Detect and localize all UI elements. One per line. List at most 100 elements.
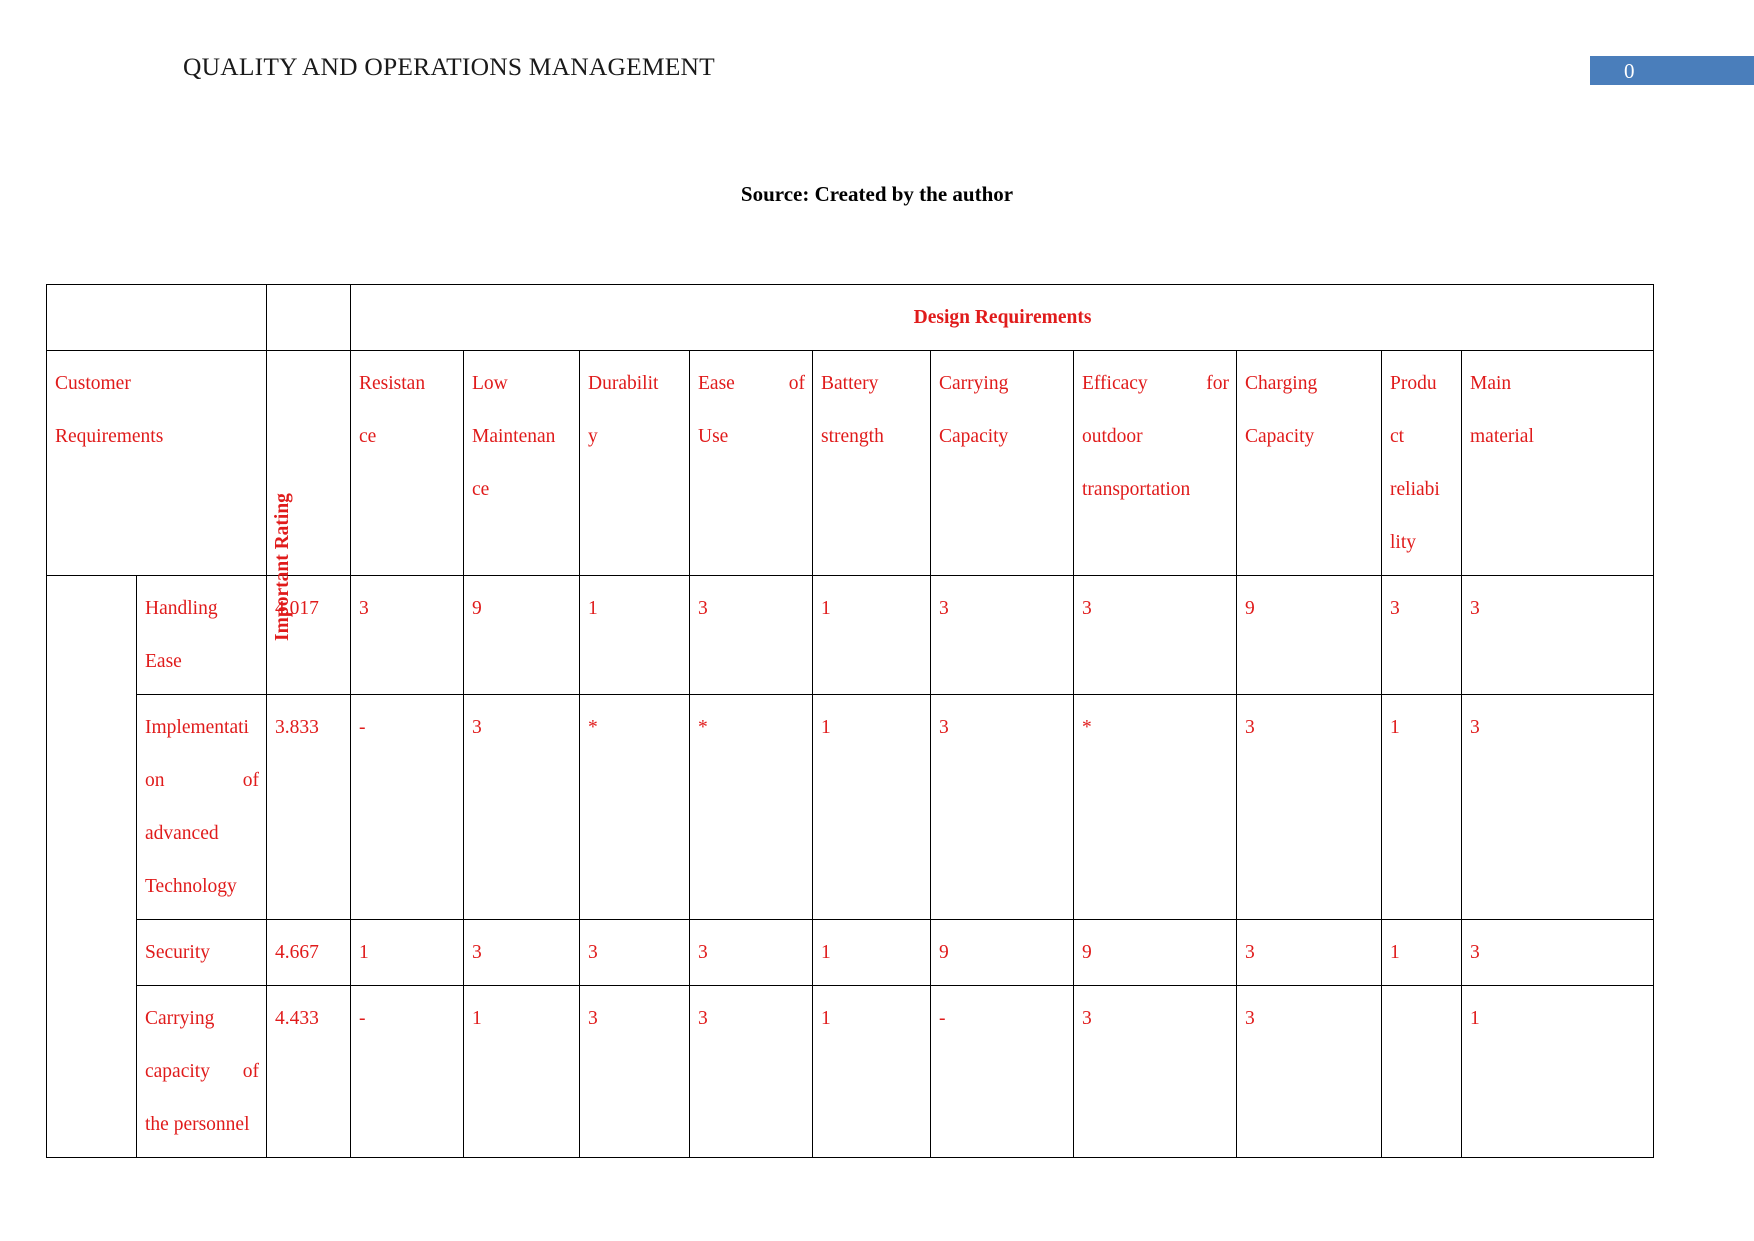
header-line: Main <box>1470 373 1512 394</box>
page-title: QUALITY AND OPERATIONS MANAGEMENT <box>183 52 715 81</box>
cell-value: 1 <box>1381 919 1462 986</box>
cell-value: 3 <box>1073 985 1237 1158</box>
column-header-efficacy-outdoor-transportation: Efficacy for outdoor transportation <box>1073 350 1237 576</box>
table-caption: Source: Created by the author <box>740 182 1014 206</box>
column-header-ease-of-use: Ease of Use <box>689 350 813 576</box>
cell-value: 3 <box>1236 694 1382 920</box>
header-line: Capacity <box>939 426 1009 447</box>
cell-value: 3 <box>1236 919 1382 986</box>
design-requirements-header: Design Requirements <box>349 284 1655 351</box>
customer-requirements-header: Customer Requirements <box>46 350 267 576</box>
document-header: QUALITY AND OPERATIONS MANAGEMENT 0 <box>0 0 1754 110</box>
row-label-security: Security <box>136 919 267 986</box>
header-line: material <box>1470 426 1534 447</box>
column-header-durability: Durabilit y <box>579 350 690 576</box>
customer-requirements-line2: Requirements <box>55 426 164 447</box>
column-header-carrying-capacity: Carrying Capacity <box>930 350 1074 576</box>
cell-value: 1 <box>812 985 931 1158</box>
header-line: Resistan <box>359 373 426 394</box>
rating-value: 4.433 <box>266 985 351 1158</box>
cell-value: 1 <box>812 919 931 986</box>
column-header-main-material: Main material <box>1460 350 1655 576</box>
row-group-blank-cell <box>46 575 137 1158</box>
cell-value: 3 <box>579 985 690 1158</box>
cell-value: - <box>350 985 464 1158</box>
cell-value: 3 <box>579 919 690 986</box>
cell-value: 3 <box>930 575 1074 695</box>
cell-value: - <box>930 985 1074 1158</box>
row-label-line: Ease <box>145 651 182 672</box>
page-number-value: 0 <box>1624 59 1635 83</box>
header-line: reliabi <box>1390 479 1440 500</box>
cell-value: * <box>1073 694 1237 920</box>
cell-value: 9 <box>930 919 1074 986</box>
header-line: Efficacy for <box>1082 373 1229 394</box>
cell-value: 1 <box>1460 985 1655 1158</box>
row-label-line: on of <box>145 770 259 791</box>
row-label-implementation-advanced-technology: Implementati on of advanced Technology <box>136 694 267 920</box>
cell-value: 3 <box>463 919 580 986</box>
header-line: Carrying <box>939 373 1009 394</box>
cell-value: 1 <box>1381 694 1462 920</box>
cell-value: 9 <box>1073 919 1237 986</box>
column-header-product-reliability: Produ ct reliabi lity <box>1381 350 1462 576</box>
row-label-line: Technology <box>145 876 237 897</box>
header-line: Produ <box>1390 373 1437 394</box>
cell-value: 3 <box>930 694 1074 920</box>
cell-value: 1 <box>812 694 931 920</box>
header-line: outdoor <box>1082 426 1143 447</box>
header-line: Maintenan <box>472 426 556 447</box>
table-row: Implementati on of advanced Technology 3… <box>47 694 1655 920</box>
cell-value: 3 <box>1381 575 1462 695</box>
rating-value: 3.833 <box>266 694 351 920</box>
column-header-charging-capacity: Charging Capacity <box>1236 350 1382 576</box>
important-rating-label: Important Rating <box>271 493 293 641</box>
rating-blank-cell <box>266 284 351 351</box>
cell-value: 1 <box>812 575 931 695</box>
header-line: y <box>588 426 598 447</box>
page-number-badge: 0 <box>1590 56 1754 85</box>
qfd-table-container: Design Requirements Customer Requirement… <box>46 284 1655 1158</box>
header-line: ce <box>359 426 377 447</box>
corner-blank-cell <box>46 284 267 351</box>
cell-value: 9 <box>1236 575 1382 695</box>
header-line: lity <box>1390 532 1417 553</box>
cell-value: 3 <box>350 575 464 695</box>
rating-value: 4.667 <box>266 919 351 986</box>
header-line: Battery <box>821 373 879 394</box>
header-line: strength <box>821 426 884 447</box>
row-label-line: Carrying <box>145 1008 215 1029</box>
row-label-handling-ease: Handling Ease <box>136 575 267 695</box>
column-header-battery-strength: Battery strength <box>812 350 931 576</box>
header-line: Ease of <box>698 373 805 394</box>
table-column-header-row: Customer Requirements Important Rating R… <box>46 350 1655 641</box>
cell-value: 3 <box>1460 575 1655 695</box>
header-line: Use <box>698 426 729 447</box>
cell-value: 3 <box>1460 694 1655 920</box>
customer-requirements-line1: Customer <box>55 373 131 394</box>
cell-value: 3 <box>689 919 813 986</box>
column-header-resistance: Resistan ce <box>350 350 464 576</box>
cell-value: 1 <box>350 919 464 986</box>
row-label-line: capacity of <box>145 1061 259 1082</box>
header-line: Capacity <box>1245 426 1315 447</box>
header-line: ct <box>1390 426 1405 447</box>
important-rating-header: Important Rating <box>266 350 351 641</box>
cell-value: 3 <box>1236 985 1382 1158</box>
row-label-line: Security <box>145 942 210 963</box>
cell-value: 1 <box>463 985 580 1158</box>
row-label-line: advanced <box>145 823 219 844</box>
cell-value: * <box>689 694 813 920</box>
cell-value: 1 <box>579 575 690 695</box>
cell-value: 3 <box>689 575 813 695</box>
header-line: Charging <box>1245 373 1318 394</box>
table-row: Security 4.667 1 3 3 3 1 9 9 3 1 3 <box>47 919 1655 986</box>
cell-value: - <box>350 694 464 920</box>
cell-value: 9 <box>463 575 580 695</box>
qfd-matrix-table: Design Requirements Customer Requirement… <box>46 284 1655 1158</box>
table-row: Carrying capacity of the personnel 4.433… <box>47 985 1655 1158</box>
table-group-header-row: Design Requirements <box>46 284 1655 351</box>
cell-value: 3 <box>689 985 813 1158</box>
row-label-line: the personnel <box>145 1114 250 1135</box>
cell-value: 3 <box>463 694 580 920</box>
